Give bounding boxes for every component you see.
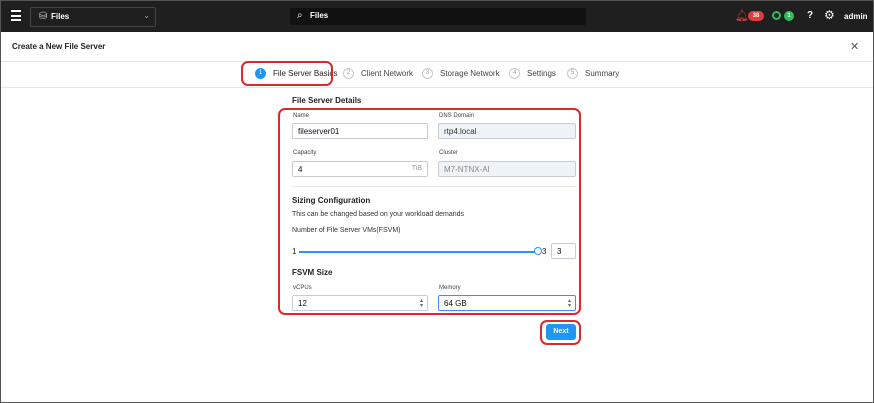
fsvm-count-label: Number of File Server VMs(FSVM)	[292, 227, 401, 234]
step-number: 2	[343, 68, 354, 79]
alert-bell-icon[interactable]: 🔔︎	[735, 9, 749, 22]
fsvm-slider-track[interactable]	[299, 251, 537, 253]
menu-icon[interactable]	[11, 10, 21, 21]
cluster-label: Cluster	[439, 150, 459, 156]
next-button[interactable]: Next	[546, 324, 576, 340]
header-divider	[1, 61, 873, 62]
fsvm-count-value: 3	[557, 247, 562, 256]
memory-select[interactable]: 64 GB ▴ ▾	[438, 295, 576, 311]
search-input[interactable]: ⌕ Files	[290, 8, 586, 25]
slider-min-label: 1	[292, 247, 297, 256]
name-input[interactable]: fileserver01	[292, 123, 428, 139]
fsvm-size-section-title: FSVM Size	[292, 268, 333, 277]
fsvm-slider-handle[interactable]	[534, 247, 542, 255]
stepper-arrows-icon: ▴ ▾	[567, 298, 571, 309]
slider-max-label: 3	[542, 247, 547, 256]
alerts-count-badge[interactable]: 38	[748, 11, 764, 21]
app-selector-label: Files	[51, 12, 70, 21]
tasks-count-badge[interactable]: 1	[784, 11, 794, 21]
close-icon[interactable]: ✕	[850, 40, 859, 53]
modal-title: Create a New File Server	[12, 42, 106, 51]
cluster-value: M7-NTNX-AI	[444, 165, 490, 174]
step-label: Client Network	[361, 69, 414, 78]
sizing-hint: This can be changed based on your worklo…	[292, 211, 464, 218]
fsvm-count-input[interactable]: 3	[551, 243, 576, 259]
capacity-unit: TiB	[411, 165, 422, 172]
details-section-title: File Server Details	[292, 96, 362, 105]
step-label: Summary	[585, 69, 620, 78]
top-nav-bar: ⛁ Files ⌄ ⌕ Files 🔔︎ 38 1 ? ⚙ admin	[1, 1, 873, 32]
user-menu[interactable]: admin	[844, 12, 868, 21]
search-icon: ⌕	[297, 10, 303, 21]
files-icon: ⛁	[39, 11, 48, 22]
step-label: Storage Network	[440, 69, 500, 78]
cluster-field: M7-NTNX-AI	[438, 161, 576, 177]
section-divider	[292, 186, 577, 187]
chevron-down-icon: ⌄	[143, 11, 150, 20]
dns-domain-label: DNS Domain	[439, 113, 475, 119]
tasks-icon[interactable]	[772, 11, 781, 20]
memory-label: Memory	[439, 285, 461, 291]
dns-domain-field: rtp4.local	[438, 123, 576, 139]
capacity-input[interactable]: 4 TiB	[292, 161, 428, 177]
step-number: 3	[422, 68, 433, 79]
vcpus-select[interactable]: 12 ▴ ▾	[292, 295, 428, 311]
step-label: Settings	[527, 69, 556, 78]
stepper-arrows-icon: ▴ ▾	[419, 298, 423, 309]
sizing-section-title: Sizing Configuration	[292, 196, 371, 205]
search-text: Files	[310, 11, 329, 20]
help-icon[interactable]: ?	[807, 10, 813, 21]
name-value: fileserver01	[298, 127, 340, 136]
step-number: 5	[567, 68, 578, 79]
gear-icon[interactable]: ⚙	[824, 8, 835, 22]
vcpus-label: vCPUs	[293, 285, 312, 291]
capacity-label: Capacity	[293, 150, 317, 156]
steps-divider	[1, 87, 873, 88]
memory-value: 64 GB	[444, 299, 467, 308]
step-number: 4	[509, 68, 520, 79]
step-annotation-outline	[241, 61, 333, 86]
name-label: Name	[293, 113, 310, 119]
capacity-value: 4	[298, 165, 303, 174]
vcpus-value: 12	[298, 299, 307, 308]
dns-domain-value: rtp4.local	[444, 127, 477, 136]
app-selector[interactable]: ⛁ Files ⌄	[30, 7, 156, 27]
